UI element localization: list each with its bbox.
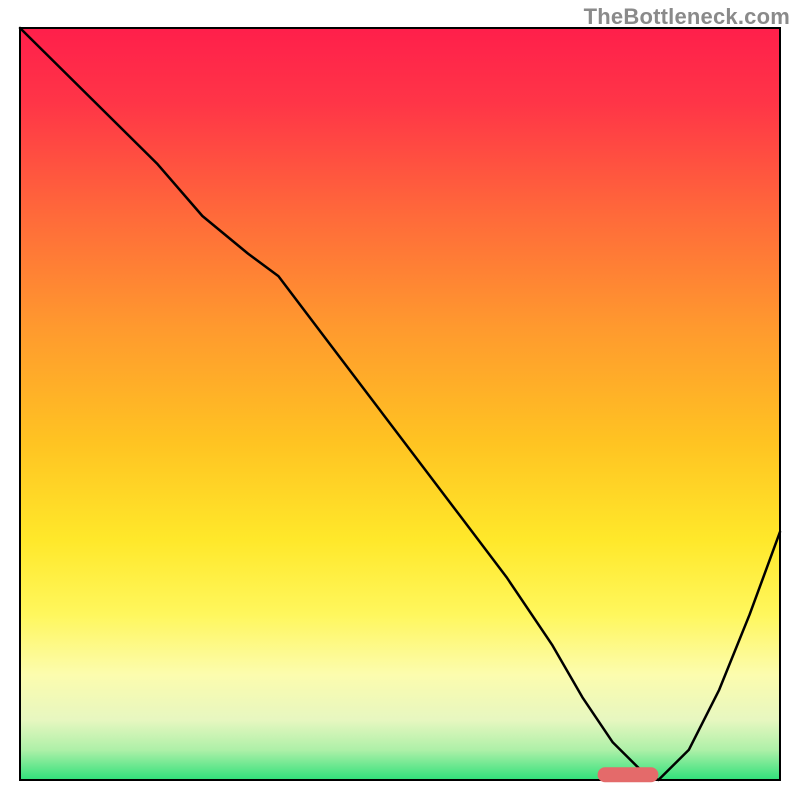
optimal-marker bbox=[598, 767, 659, 782]
watermark-text: TheBottleneck.com bbox=[584, 4, 790, 30]
chart-frame: TheBottleneck.com bbox=[0, 0, 800, 800]
bottleneck-chart bbox=[0, 0, 800, 800]
